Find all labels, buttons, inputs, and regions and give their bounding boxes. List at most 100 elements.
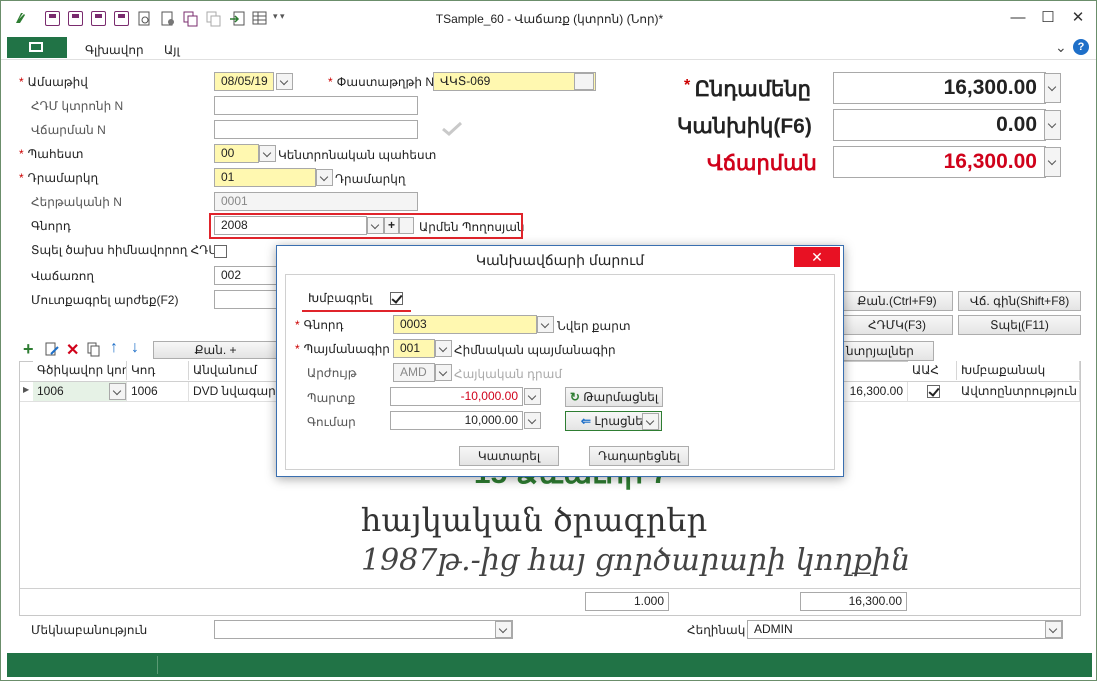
doc-no-label: Փաստաթղթի N — [328, 75, 434, 89]
seller-label: Վաճառող — [31, 269, 94, 283]
col-header-barcode[interactable]: Գծիկավոր կոդ — [33, 361, 127, 380]
dialog-currency-dropdown-icon[interactable] — [435, 364, 452, 381]
dialog-title: Կանխավճարի մարում — [475, 252, 645, 268]
cell-name[interactable]: DVD նվագարկ — [189, 382, 279, 401]
print-button[interactable]: Տպել(F11) — [958, 315, 1081, 335]
cell-amount[interactable]: 16,300.00 — [837, 382, 908, 401]
payment-value: 16,300.00 — [833, 146, 1046, 178]
dialog-amount-label: Գումար — [307, 415, 356, 429]
dialog-buyer-code-input[interactable]: 0003 — [393, 315, 537, 334]
dialog-amount-input[interactable]: 10,000.00 — [390, 411, 523, 430]
watermark-slogan: 1987թ.-ից հայ ցործարարի կողքին — [361, 543, 911, 578]
col-header-name[interactable]: Անվանում — [189, 361, 279, 380]
hdm-no-input[interactable] — [214, 96, 418, 115]
help-icon[interactable]: ? — [1073, 39, 1089, 55]
hdm-button[interactable]: ՀԴՄԿ(F3) — [841, 315, 953, 335]
doc-no-edit-icon[interactable] — [574, 73, 594, 90]
tab-other[interactable]: Այլ — [164, 43, 180, 57]
prepayment-dialog: Կանխավճարի մարում ✕ Խմբագրել Գնորդ 0003 … — [276, 245, 844, 477]
close-button[interactable]: ✕ — [1065, 7, 1091, 29]
qty-plus-button[interactable]: Քան. + — [153, 341, 278, 359]
col-header-code[interactable]: Կոդ — [127, 361, 189, 380]
minimize-button[interactable]: — — [1005, 7, 1031, 29]
author-label: Հեղինակ — [687, 623, 746, 637]
tax-checkbox[interactable] — [214, 245, 227, 258]
cell-vat-checkbox[interactable] — [927, 385, 940, 398]
dialog-group-underline — [302, 310, 411, 312]
dialog-currency-label: Արժույթ — [307, 366, 357, 380]
payment-label: Վճարման — [707, 152, 817, 175]
dialog-contract-code-input[interactable]: 001 — [393, 339, 435, 358]
dialog-ok-button[interactable]: Կատարել — [459, 446, 559, 466]
date-dropdown-icon[interactable] — [276, 73, 293, 90]
warehouse-name: Կենտրոնական պահեստ — [278, 148, 437, 162]
dialog-buyer-dropdown-icon[interactable] — [537, 316, 554, 333]
dialog-refresh-button[interactable]: ↻ Թարմացնել — [565, 387, 663, 407]
cashbox-label: Դրամարկղ — [19, 171, 98, 185]
payment-dropdown-icon[interactable] — [1044, 147, 1061, 177]
move-down-icon[interactable]: ↓ — [131, 339, 139, 357]
watermark-subtitle: հայկական ծրագրեր — [361, 501, 708, 539]
dialog-close-button[interactable]: ✕ — [794, 247, 840, 267]
warehouse-code-input[interactable]: 00 — [214, 144, 259, 163]
footer-qty: 1.000 — [585, 592, 669, 611]
prepay-value[interactable]: 0.00 — [833, 109, 1046, 141]
main-window: ▾ ▾ TSample_60 - Վաճառք (կտրոն) (Նոր)* —… — [0, 0, 1097, 681]
menu-icon — [29, 42, 43, 52]
cashbox-dropdown-icon[interactable] — [316, 169, 333, 186]
delivery-input[interactable]: 0001 — [214, 192, 418, 211]
seller-input[interactable]: 002 — [214, 266, 284, 285]
dialog-amount-dropdown-icon[interactable] — [524, 412, 541, 429]
ribbon-collapse-icon[interactable]: ⌄ — [1055, 39, 1067, 56]
doc-no-input[interactable]: ՎԿՏ-069 — [433, 72, 596, 91]
cell-batch[interactable]: Ավտոընտրություն — [957, 382, 1080, 401]
cashbox-name: Դրամարկղ — [335, 172, 406, 186]
author-dropdown-icon[interactable] — [1045, 621, 1062, 638]
comment-input[interactable] — [214, 620, 513, 639]
copy-row-icon[interactable] — [87, 342, 101, 357]
prepay-label: Կանխիկ(F6) — [677, 115, 812, 138]
edit-row-icon[interactable] — [45, 342, 59, 357]
params-button[interactable]: նտրյալներ — [843, 341, 934, 361]
file-menu-button[interactable] — [7, 37, 67, 58]
cashbox-code-input[interactable]: 01 — [214, 168, 316, 187]
warehouse-label: Պահեստ — [19, 147, 84, 161]
grid-footer-divider — [20, 588, 1080, 589]
col-header-vat[interactable]: ԱԱՀ — [908, 361, 957, 380]
fill-icon: ⇐ — [580, 414, 595, 428]
delete-row-icon[interactable]: ✕ — [66, 340, 79, 360]
row-indicator-icon: ▶ — [23, 385, 30, 394]
dialog-debt-dropdown-icon[interactable] — [524, 388, 541, 405]
qty-button[interactable]: Քան.(Ctrl+F9) — [841, 291, 953, 311]
window-title: TSample_60 - Վաճառք (կտրոն) (Նոր)* — [435, 12, 664, 26]
dialog-cancel-button[interactable]: Դադարեցնել — [589, 446, 689, 466]
cell-barcode-dropdown-icon[interactable] — [109, 383, 126, 400]
date-input[interactable]: 08/05/19 — [214, 72, 274, 91]
warehouse-dropdown-icon[interactable] — [259, 145, 276, 162]
dialog-fill-label: Լրացնել — [594, 414, 647, 428]
delivery-label: Հերթականի N — [31, 195, 122, 209]
dialog-group-checkbox[interactable] — [390, 292, 403, 305]
status-bar — [7, 653, 1092, 677]
cell-code[interactable]: 1006 — [127, 382, 189, 401]
input-value-field[interactable] — [214, 290, 284, 309]
total-dropdown-icon[interactable] — [1044, 73, 1061, 103]
payment-no-input[interactable] — [214, 120, 418, 139]
dialog-currency-code-input[interactable]: AMD — [393, 363, 435, 382]
dialog-contract-dropdown-icon[interactable] — [435, 340, 452, 357]
prepay-dropdown-icon[interactable] — [1044, 110, 1061, 140]
maximize-button[interactable]: ☐ — [1035, 7, 1061, 29]
comment-dropdown-icon[interactable] — [495, 621, 512, 638]
tab-main[interactable]: Գլխավոր — [85, 43, 144, 57]
dialog-fill-dropdown-icon[interactable] — [642, 413, 659, 430]
dialog-contract-label: Պայմանագիր — [295, 342, 390, 356]
add-row-icon[interactable]: + — [23, 340, 34, 358]
tax-label: Տպել ծախս հիմնավորող ՀԴՄԿ — [31, 243, 227, 257]
move-up-icon[interactable]: ↑ — [110, 339, 118, 357]
price-button[interactable]: Վճ. գին(Shift+F8) — [958, 291, 1081, 311]
dialog-debt-input[interactable]: -10,000.00 — [390, 387, 523, 406]
dialog-contract-name: Հիմնական պայմանագիր — [454, 343, 616, 357]
col-header-batch[interactable]: Խմբաքանակ — [957, 361, 1080, 380]
dialog-currency-name: Հայկական դրամ — [454, 367, 562, 381]
author-input[interactable]: ADMIN — [747, 620, 1063, 639]
